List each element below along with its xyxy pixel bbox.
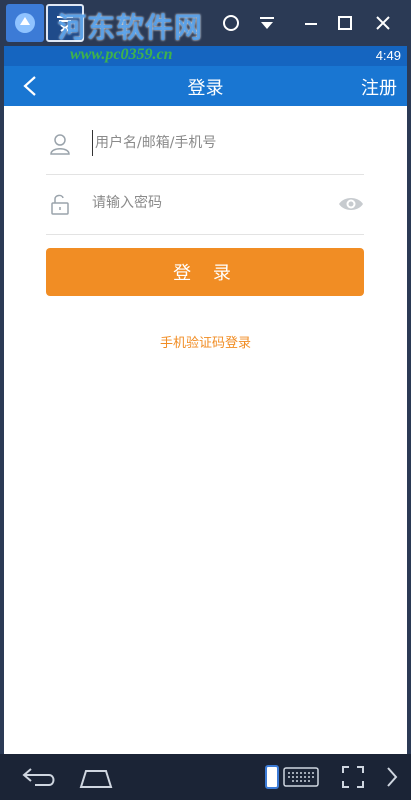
register-link[interactable]: 注册: [361, 74, 397, 100]
keyboard-toggle-button[interactable]: [264, 762, 320, 792]
nav-back-button[interactable]: [18, 762, 62, 792]
watermark-url: www.pc0359.cn: [70, 46, 173, 63]
close-icon: [376, 16, 390, 30]
emulator-maximize-button[interactable]: [330, 8, 360, 38]
watermark-title: 河东软件网: [58, 11, 204, 44]
user-icon: [50, 134, 70, 155]
emulator-close-button[interactable]: [368, 8, 398, 38]
emulator-menu-button[interactable]: [252, 8, 282, 38]
back-button[interactable]: [16, 72, 44, 100]
app-header: 登录 注册: [4, 66, 407, 106]
login-button[interactable]: 登 录: [46, 248, 364, 296]
emulator-nav-bar: [0, 754, 411, 800]
emulator-home-tab[interactable]: [6, 4, 44, 42]
fullscreen-icon: [342, 766, 364, 788]
chevron-right-icon: [387, 767, 398, 787]
nav-home-button[interactable]: [76, 762, 116, 792]
status-time: 4:49: [375, 48, 401, 63]
emulator-title-bar: 河东软件网: [0, 0, 411, 46]
rotate-icon: [223, 15, 239, 31]
emulator-minimize-button[interactable]: [296, 8, 326, 38]
status-bar: 4:49: [4, 46, 407, 66]
fullscreen-button[interactable]: [338, 762, 368, 792]
emulator-right-border: [407, 46, 411, 754]
eye-icon[interactable]: [338, 192, 364, 216]
login-form: 登 录 手机验证码登录: [4, 106, 407, 754]
back-arrow-icon: [22, 768, 55, 786]
nav-more-button[interactable]: [382, 762, 402, 792]
password-field-row: [46, 174, 364, 235]
dropdown-icon: [260, 17, 274, 29]
username-field-row: [46, 114, 364, 175]
maximize-icon: [338, 16, 352, 30]
page-title: 登录: [187, 78, 224, 99]
sms-login-link[interactable]: 手机验证码登录: [4, 332, 407, 351]
minimize-icon: [305, 23, 317, 25]
emulator-app-icon: [15, 13, 35, 33]
emulator-rotate-button[interactable]: [216, 8, 246, 38]
unlock-icon: [51, 194, 69, 215]
password-input[interactable]: [92, 190, 322, 216]
chevron-left-icon: [23, 76, 36, 96]
home-icon: [79, 770, 113, 788]
username-input[interactable]: [92, 130, 325, 156]
keyboard-icon: [265, 765, 319, 789]
